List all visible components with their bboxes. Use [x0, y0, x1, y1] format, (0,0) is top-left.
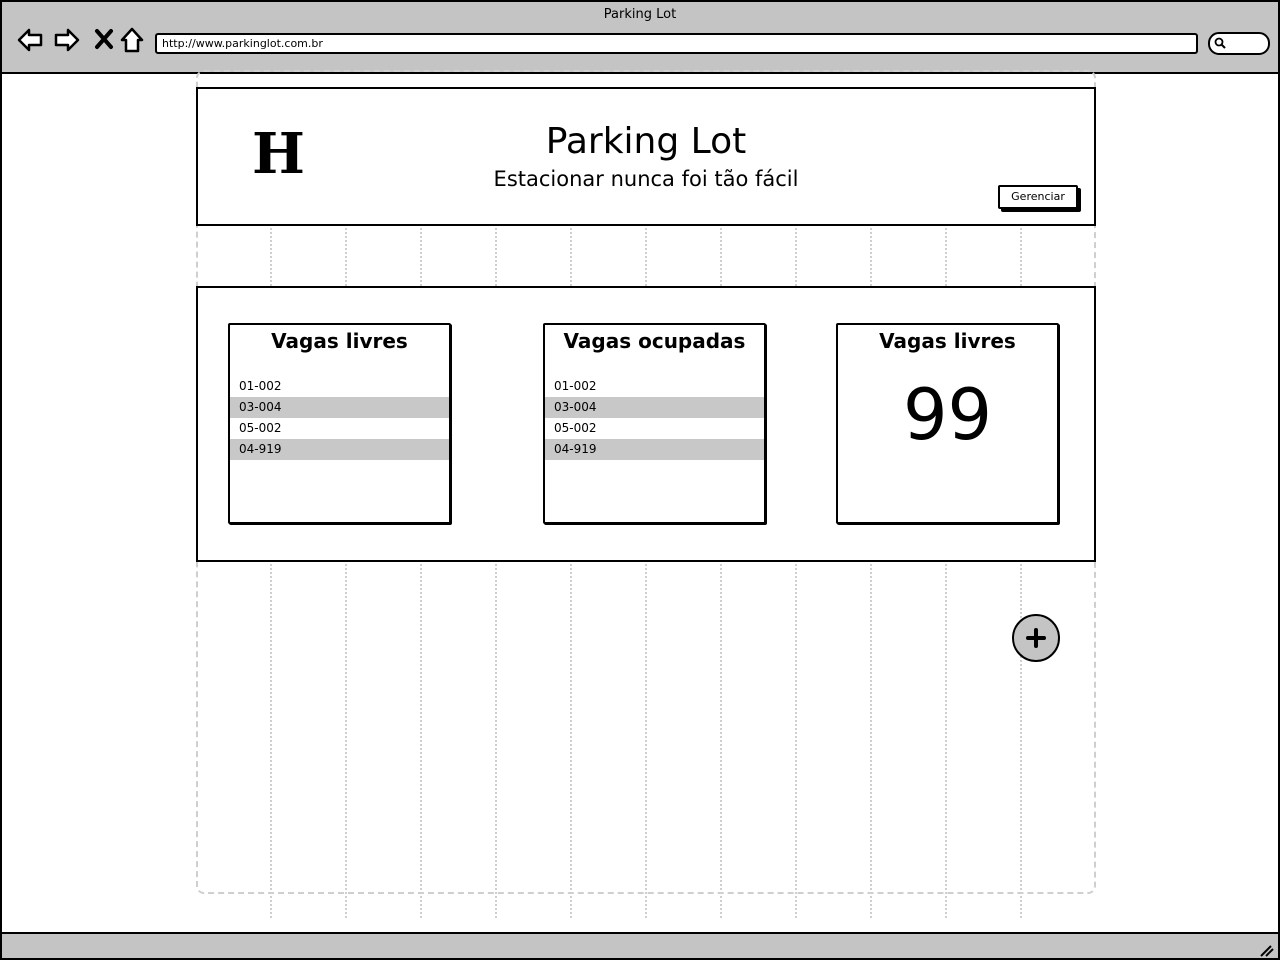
address-bar[interactable]: http://www.parkinglot.com.br	[155, 33, 1198, 54]
card-title: Vagas livres	[879, 329, 1016, 353]
list-item[interactable]: 03-004	[230, 397, 449, 418]
add-button[interactable]	[1012, 614, 1060, 662]
occupied-spots-list: 01-002 03-004 05-002 04-919	[545, 376, 764, 460]
list-item[interactable]: 05-002	[545, 418, 764, 439]
browser-toolbar: Parking Lot http://www.parkinglot.com.br	[2, 2, 1278, 74]
dashboard-panel: Vagas livres 01-002 03-004 05-002 04-919…	[196, 286, 1096, 562]
status-bar	[2, 932, 1278, 958]
free-spots-card: Vagas livres 01-002 03-004 05-002 04-919	[228, 323, 451, 524]
occupied-spots-card: Vagas ocupadas 01-002 03-004 05-002 04-9…	[543, 323, 766, 524]
free-spots-list: 01-002 03-004 05-002 04-919	[230, 376, 449, 460]
page-subtitle: Estacionar nunca foi tão fácil	[493, 167, 799, 191]
list-item[interactable]: 03-004	[545, 397, 764, 418]
free-count-card: Vagas livres 99	[836, 323, 1059, 524]
card-title: Vagas ocupadas	[563, 329, 746, 353]
home-icon[interactable]	[118, 26, 146, 54]
site-header: H Parking Lot Estacionar nunca foi tão f…	[196, 87, 1096, 226]
search-icon	[1214, 37, 1226, 49]
list-item[interactable]: 04-919	[230, 439, 449, 460]
plus-icon	[1026, 628, 1046, 648]
free-spots-count: 99	[902, 374, 993, 456]
manage-button[interactable]: Gerenciar	[998, 185, 1078, 209]
list-item[interactable]: 05-002	[230, 418, 449, 439]
list-item[interactable]: 04-919	[545, 439, 764, 460]
browser-search-field[interactable]	[1208, 32, 1270, 55]
back-arrow-icon[interactable]	[16, 26, 44, 54]
browser-window: Parking Lot http://www.parkinglot.com.br…	[0, 0, 1280, 960]
card-title: Vagas livres	[271, 329, 408, 353]
list-item[interactable]: 01-002	[230, 376, 449, 397]
list-item[interactable]: 01-002	[545, 376, 764, 397]
forward-arrow-icon[interactable]	[53, 26, 81, 54]
page-title: Parking Lot	[545, 121, 747, 162]
window-title: Parking Lot	[603, 7, 677, 22]
stop-icon[interactable]	[90, 26, 118, 54]
resize-grip-icon[interactable]	[1258, 943, 1274, 957]
